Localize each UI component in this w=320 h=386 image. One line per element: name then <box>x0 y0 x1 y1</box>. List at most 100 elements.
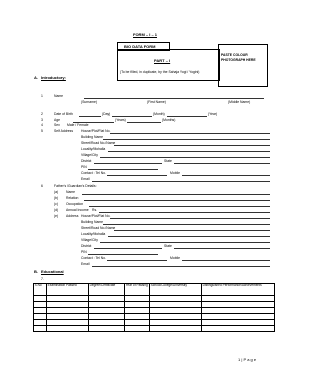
age-months-field[interactable] <box>127 122 161 123</box>
sex-label: Sex <box>54 123 60 127</box>
fill-note: (To be filled, in duplicate, by the Saha… <box>120 70 200 74</box>
page-label: P a g e <box>243 357 257 362</box>
part-heading: PART – I <box>154 58 171 63</box>
telephone-field[interactable] <box>107 175 167 176</box>
row-number: 4 <box>41 123 43 127</box>
photo-instruction: PASTE COLOUR PHOTOGRAPH HERE <box>221 53 256 63</box>
state-label: State <box>164 244 172 248</box>
column-header: Year of Passing <box>124 283 150 296</box>
guardian-name-label: Name <box>66 190 76 194</box>
locality-label: Locality/Mohalla <box>81 147 106 151</box>
contact-label: Contact : Tel No. <box>81 256 107 260</box>
education-header-row: S.No Examination Passed Degree/Certifica… <box>33 283 275 296</box>
guardian-state-field[interactable] <box>174 248 270 249</box>
name-label: Name <box>54 94 64 98</box>
income-field[interactable] <box>99 212 270 213</box>
education-cell[interactable] <box>88 325 125 332</box>
house-label: House/Plot/Flat No. <box>81 129 111 133</box>
guardian-address-label: Address <box>66 214 79 218</box>
guardian-locality-field[interactable] <box>108 236 270 237</box>
month-caption: (Month) <box>153 112 165 116</box>
column-header: Distinguished Performance/Achievements <box>201 283 275 296</box>
education-cell[interactable] <box>46 325 89 332</box>
row-number: 6 <box>41 184 43 188</box>
locality-field[interactable] <box>108 151 270 152</box>
row-number: 7. <box>41 277 44 281</box>
guardian-mobile-field[interactable] <box>182 260 270 261</box>
day-caption: (Day) <box>102 112 111 116</box>
form-page: FORM – I – 1 BIO DATA FORM PART – I (To … <box>0 0 298 386</box>
village-label: Village/City <box>81 153 98 157</box>
relation-field[interactable] <box>84 200 270 201</box>
guardian-village-field[interactable] <box>100 242 270 243</box>
sub-number: (c) <box>54 202 58 206</box>
education-cell[interactable] <box>201 325 275 332</box>
occupation-field[interactable] <box>89 206 270 207</box>
surname-caption: (Surname) <box>81 100 98 104</box>
column-header: Examination Passed <box>46 283 89 296</box>
street-label: Street/Road No./Name <box>81 141 116 145</box>
photo-box: PASTE COLOUR PHOTOGRAPH HERE <box>218 44 268 87</box>
guardian-pin-field[interactable] <box>88 254 158 255</box>
state-field[interactable] <box>174 163 270 164</box>
row-number: 3 <box>41 118 43 122</box>
education-row <box>33 325 275 332</box>
page-number: 1 <box>238 357 241 362</box>
column-header: School/College/University <box>149 283 202 296</box>
row-number: 2 <box>41 112 43 116</box>
dob-month-field[interactable] <box>112 116 152 117</box>
age-label: Age <box>54 118 61 122</box>
village-label: Village/City <box>81 238 98 242</box>
guardian-street-field[interactable] <box>114 230 270 231</box>
sex-options[interactable]: Male / Female <box>67 123 88 127</box>
column-header: Degree/Certificate <box>88 283 125 296</box>
education-cell[interactable] <box>149 325 202 332</box>
email-field[interactable] <box>92 181 270 182</box>
mobile-label: Mobile <box>170 256 180 260</box>
form-title: BIO DATA FORM <box>124 43 156 49</box>
part-box: PART – I (To be filled, in duplicate, by… <box>117 49 220 81</box>
building-label: Building Name <box>81 220 104 224</box>
education-table: S.No Examination Passed Degree/Certifica… <box>33 283 275 332</box>
column-header: S.No <box>33 283 47 296</box>
name-field[interactable] <box>84 98 264 99</box>
occupation-label: Occupation <box>66 202 84 206</box>
guardian-name-field[interactable] <box>82 194 270 195</box>
dob-label: Date of Birth <box>54 112 73 116</box>
dob-year-field[interactable] <box>167 116 207 117</box>
section-a-title: Introductory: <box>41 75 66 80</box>
guardian-district-field[interactable] <box>94 248 162 249</box>
sub-number: (b) <box>54 196 59 200</box>
state-label: State <box>164 159 172 163</box>
guardian-building-field[interactable] <box>103 224 270 225</box>
form-number: FORM – I – 1 <box>133 32 158 37</box>
sub-number: (d) <box>54 208 59 212</box>
section-b-label: B. <box>34 269 38 274</box>
education-cell[interactable] <box>124 325 150 332</box>
sub-number: (e) <box>54 214 59 218</box>
guardian-email-field[interactable] <box>92 266 270 267</box>
district-field[interactable] <box>94 163 162 164</box>
sub-number: (a) <box>54 190 59 194</box>
district-label: District <box>81 159 92 163</box>
mobile-field[interactable] <box>182 175 270 176</box>
building-field[interactable] <box>103 139 270 140</box>
first-name-caption: (First Name) <box>147 100 166 104</box>
row-number: 5 <box>41 129 43 133</box>
section-b-title: Educational <box>41 269 64 274</box>
relation-label: Relation <box>66 196 79 200</box>
education-cell[interactable] <box>33 325 47 332</box>
pin-field[interactable] <box>88 169 158 170</box>
guardian-section-title: Father's /Guardian's Details: <box>54 184 97 188</box>
guardian-telephone-field[interactable] <box>107 260 167 261</box>
mobile-label: Mobile <box>170 171 180 175</box>
email-label: Email <box>81 262 90 266</box>
village-field[interactable] <box>100 157 270 158</box>
house-field[interactable] <box>110 133 270 134</box>
section-a-label: A. <box>34 75 38 80</box>
pin-label: PIN <box>81 165 87 169</box>
row-number: 1 <box>41 94 43 98</box>
street-field[interactable] <box>114 145 270 146</box>
dob-day-field[interactable] <box>79 116 101 117</box>
guardian-house-field[interactable] <box>110 218 270 219</box>
